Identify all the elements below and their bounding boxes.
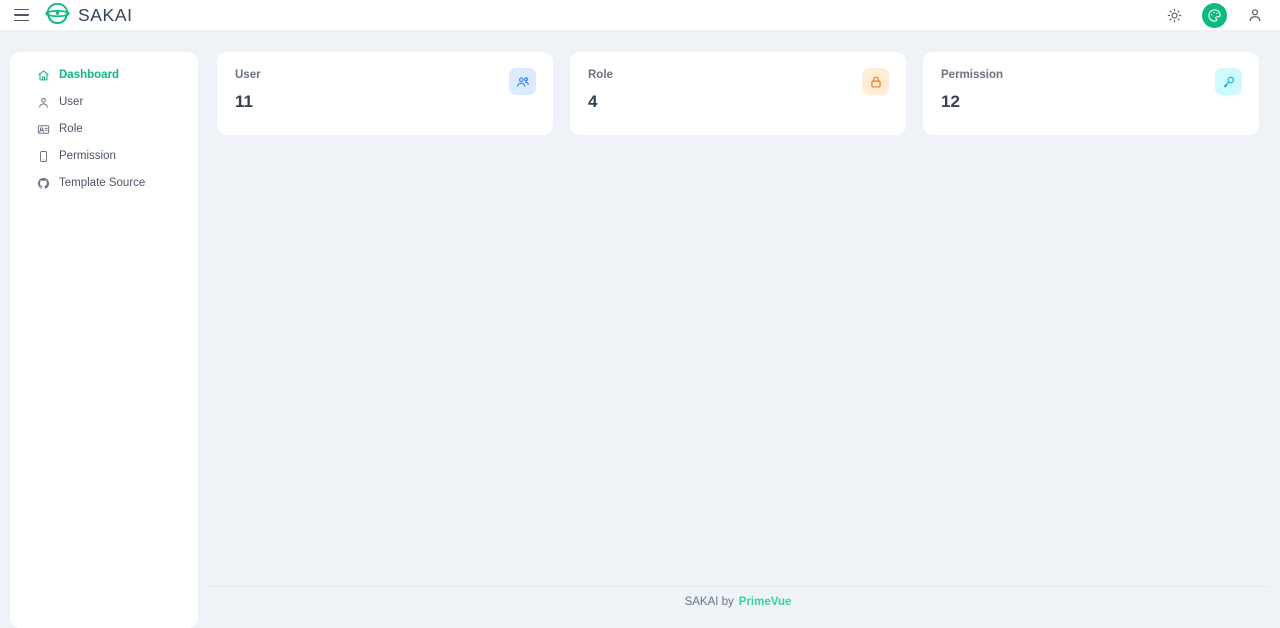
hamburger-line — [13, 19, 29, 22]
sidebar-item-template-source[interactable]: Template Source — [18, 170, 190, 197]
sidebar-item-user[interactable]: User — [18, 89, 190, 116]
sidebar-item-label: Role — [59, 122, 83, 135]
mobile-icon — [37, 150, 50, 163]
stat-cards-row: User 11 Role 4 Permission 12 — [206, 52, 1270, 135]
sidebar-item-label: Dashboard — [59, 68, 120, 81]
github-icon — [37, 177, 50, 190]
stat-card-role[interactable]: Role 4 — [570, 52, 906, 135]
topbar-left-group: SAKAI — [10, 2, 133, 28]
stat-card-value: 4 — [588, 91, 598, 111]
key-icon — [1215, 68, 1242, 95]
sidebar: Dashboard User Role Permission Template … — [10, 52, 198, 628]
stat-card-user[interactable]: User 11 — [217, 52, 553, 135]
app-logo-text: SAKAI — [78, 4, 133, 25]
sidebar-item-label: User — [59, 95, 84, 108]
stat-card-text: Role 4 — [588, 68, 613, 111]
topbar-right-group — [1163, 2, 1266, 28]
sidebar-item-permission[interactable]: Permission — [18, 143, 190, 170]
user-icon — [37, 96, 50, 109]
stat-card-text: Permission 12 — [941, 68, 1003, 111]
footer-text: SAKAI by — [684, 596, 734, 608]
page-layout: Dashboard User Role Permission Template … — [0, 30, 1280, 628]
top-bar: SAKAI — [0, 0, 1280, 30]
sun-icon[interactable] — [1163, 4, 1185, 26]
sakai-logo-icon — [45, 2, 70, 24]
app-logo[interactable]: SAKAI — [44, 2, 133, 28]
footer-brand-link[interactable]: PrimeVue — [739, 596, 792, 608]
stat-card-value: 12 — [941, 91, 960, 111]
lock-icon — [862, 68, 889, 95]
footer: SAKAI by PrimeVue — [206, 586, 1270, 608]
stat-card-text: User 11 — [235, 68, 261, 111]
stat-card-permission[interactable]: Permission 12 — [923, 52, 1259, 135]
main-content: User 11 Role 4 Permission 12 — [206, 52, 1270, 628]
sidebar-item-role[interactable]: Role — [18, 116, 190, 143]
hamburger-menu-button[interactable] — [10, 4, 32, 26]
sidebar-item-label: Permission — [59, 149, 116, 162]
palette-icon[interactable] — [1202, 2, 1227, 28]
user-icon[interactable] — [1244, 4, 1266, 26]
sidebar-item-dashboard[interactable]: Dashboard — [18, 62, 190, 89]
stat-card-label: Role — [588, 69, 613, 81]
hamburger-line — [13, 14, 29, 16]
sidebar-menu: Dashboard User Role Permission Template … — [10, 62, 198, 197]
users-icon — [509, 68, 536, 95]
hamburger-line — [13, 8, 29, 11]
stat-card-label: Permission — [941, 69, 1003, 81]
stat-card-value: 11 — [235, 91, 253, 111]
home-icon — [37, 69, 50, 82]
stat-card-label: User — [235, 69, 261, 81]
id-card-icon — [37, 123, 50, 136]
sidebar-item-label: Template Source — [59, 176, 146, 189]
